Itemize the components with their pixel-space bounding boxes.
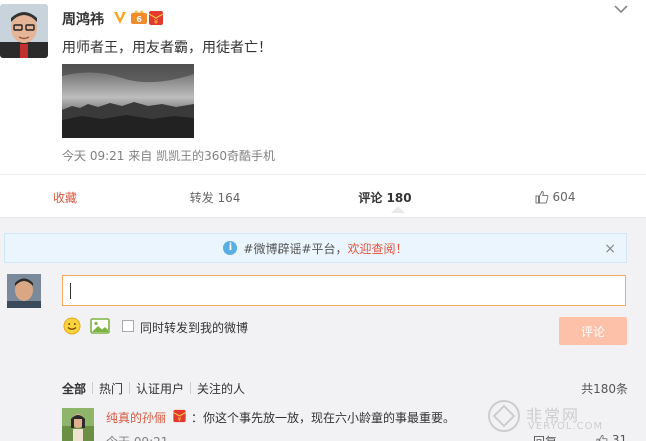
vip-badge-icon: 6 [131,10,147,24]
repost-label: 转发 164 [189,190,241,205]
repost-checkbox[interactable] [122,320,134,332]
red-envelope-icon: ¥ [173,409,186,423]
comment-label: 评论 180 [358,190,412,205]
filter-hot[interactable]: 热门 [93,380,129,397]
filter-following[interactable]: 关注的人 [191,380,251,397]
weibo-post: 周鸿祎 6 ¥ 用师者王，用友者霸，用徒者亡！ 今天 09:21 来自 凯凯王的… [0,0,646,172]
text-caret [70,283,71,299]
notice-text: #微博辟谣#平台， [243,241,348,256]
filter-verified[interactable]: 认证用户 [130,380,190,397]
post-text: 用师者王，用友者霸，用徒者亡！ [62,40,272,56]
svg-text:¥: ¥ [178,416,182,423]
post-meta: 今天 09:21 来自 凯凯王的360奇酷手机 [62,147,275,164]
verified-v-icon [114,12,126,24]
action-bar: 收藏 转发 164 评论 180 604 [0,174,646,218]
my-avatar[interactable] [7,274,41,308]
watermark-logo-icon [488,400,520,432]
comment-tab-pointer [391,206,405,213]
image-icon[interactable] [90,318,110,334]
post-time[interactable]: 今天 09:21 [62,149,124,163]
commenter-avatar[interactable] [62,408,94,441]
watermark-text-en: VERYOL.COM [528,421,604,432]
emoji-icon[interactable] [63,317,81,335]
commenter-name[interactable]: 纯真的孙俪 [106,409,166,426]
post-source[interactable]: 凯凯王的360奇酷手机 [156,149,275,163]
notice-link[interactable]: 欢迎查阅！ [348,240,408,257]
filter-all[interactable]: 全部 [62,380,92,397]
repost-button[interactable]: 转发 164 [150,175,280,219]
comment-total: 共180条 [581,382,628,396]
thumbs-up-icon [535,190,548,204]
svg-text:¥: ¥ [154,18,159,26]
site-watermark: 非常网 VERYOL.COM [486,398,636,438]
submit-comment-button[interactable]: 评论 [559,317,627,345]
comment-input[interactable] [62,275,626,306]
comment-time: 今天 09:21 [106,433,168,441]
like-button[interactable]: 604 [490,175,620,219]
post-image[interactable] [62,64,194,138]
info-icon: i [223,241,238,255]
svg-text:6: 6 [136,15,142,24]
repost-checkbox-label[interactable]: 同时转发到我的微博 [140,319,248,336]
favorite-label: 收藏 [52,190,77,205]
source-prefix: 来自 [128,149,153,163]
favorite-button[interactable]: 收藏 [0,175,130,219]
submit-label: 评论 [580,324,605,339]
close-icon[interactable]: × [604,241,616,257]
author-avatar[interactable] [0,4,48,58]
like-count: 604 [552,190,576,204]
author-name[interactable]: 周鸿祎 [62,9,104,29]
rumor-notice: i #微博辟谣#平台， 欢迎查阅！ × [4,233,627,263]
chevron-down-icon[interactable] [614,4,628,14]
comment-text: ：你这个事先放一放，现在六小龄童的事最重要。 [191,411,456,425]
comment-filters: 全部 热门 认证用户 关注的人 [62,380,251,396]
red-envelope-icon: ¥ [148,11,164,26]
comment-tab[interactable]: 评论 180 [320,175,450,219]
